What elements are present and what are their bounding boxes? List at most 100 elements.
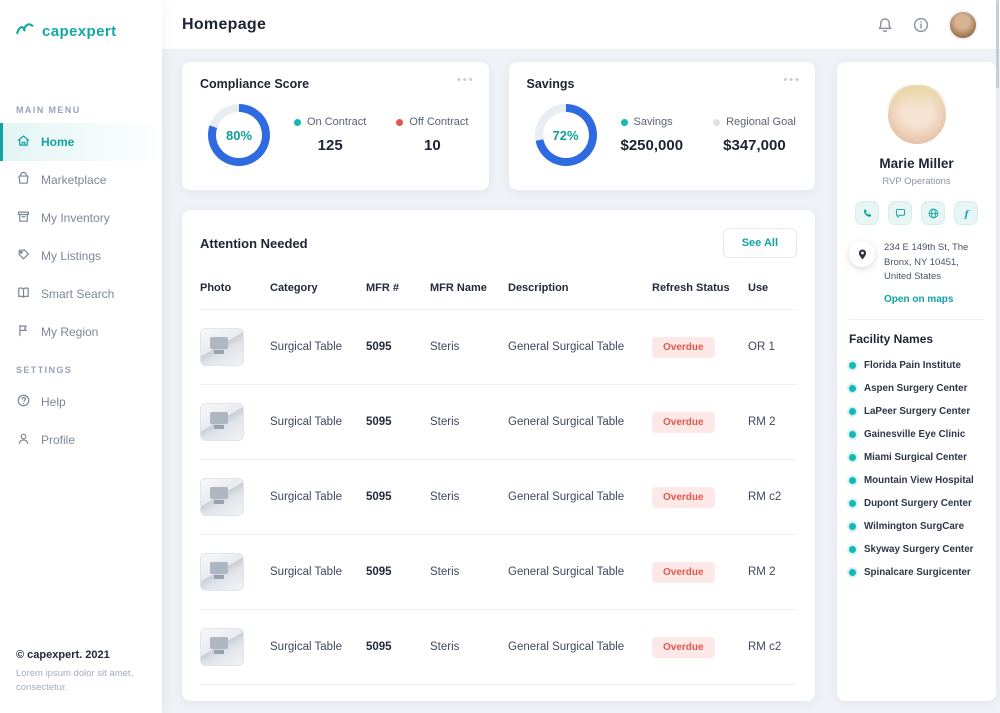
- footer-tagline: Lorem ipsum dolor sit amet, consectetur.: [16, 667, 134, 693]
- divider: [849, 319, 984, 321]
- sidebar-item-smart-search[interactable]: Smart Search: [0, 275, 162, 313]
- status-badge: Overdue: [652, 486, 715, 508]
- compliance-score-card: Compliance Score ••• 80% On Contract 125…: [182, 62, 489, 190]
- open-on-maps-link[interactable]: Open on maps: [884, 294, 984, 305]
- status-badge: Overdue: [652, 561, 715, 583]
- home-icon: [16, 133, 31, 151]
- card-title: Savings: [526, 77, 575, 91]
- facility-name: Dupont Surgery Center: [864, 498, 972, 510]
- user-avatar[interactable]: [948, 9, 978, 40]
- facility-names-title: Facility Names: [849, 332, 934, 347]
- facility-list-item[interactable]: Dupont Surgery Center: [849, 492, 984, 515]
- donut-percent-label: 72%: [542, 112, 589, 158]
- category-cell: Surgical Table: [270, 566, 343, 578]
- photo-cell: [200, 403, 270, 441]
- fax-button[interactable]: f: [954, 201, 978, 225]
- facility-name: Skyway Surgery Center: [864, 544, 974, 556]
- facility-bullet-icon: [849, 546, 856, 554]
- app-window: capexpert MAIN MENU Home Marketplace My …: [0, 0, 1000, 713]
- facility-bullet-icon: [849, 569, 856, 577]
- facility-list-item[interactable]: LaPeer Surgery Center: [849, 400, 984, 423]
- see-all-button[interactable]: See All: [722, 228, 797, 258]
- status-cell: Overdue: [652, 336, 748, 358]
- info-button[interactable]: [912, 16, 930, 34]
- facility-list-item[interactable]: Gainesville Eye Clinic: [849, 423, 984, 446]
- table-row[interactable]: Surgical Table 5095 Steris General Surgical…: [200, 385, 797, 460]
- table-row[interactable]: Surgical Table 5095 Steris General Surgical…: [200, 535, 797, 610]
- facility-list-item[interactable]: Mountain View Hospital: [849, 469, 984, 492]
- sidebar-item-my-inventory[interactable]: My Inventory: [0, 199, 162, 237]
- status-badge: Overdue: [652, 411, 715, 433]
- facility-list-item[interactable]: Florida Pain Institute: [849, 354, 984, 377]
- facility-list-item[interactable]: Miami Surgical Center: [849, 446, 984, 469]
- sidebar-item-home[interactable]: Home: [0, 123, 162, 161]
- sidebar-item-help[interactable]: Help: [0, 383, 162, 421]
- card-menu-button[interactable]: •••: [457, 74, 475, 86]
- facility-name: Spinalcare Surgicenter: [864, 567, 971, 579]
- status-badge: Overdue: [652, 636, 715, 658]
- settings-label: SETTINGS: [16, 365, 73, 375]
- facility-bullet-icon: [849, 523, 856, 531]
- equipment-photo: [200, 403, 244, 441]
- legend-label: Regional Goal: [726, 116, 796, 128]
- facility-name: Wilmington SurgCare: [864, 521, 965, 533]
- sidebar-item-my-listings[interactable]: My Listings: [0, 237, 162, 275]
- donut-percent-label: 80%: [216, 112, 262, 158]
- facility-list-item[interactable]: Wilmington SurgCare: [849, 515, 984, 538]
- mfr-name-cell: Steris: [430, 341, 460, 353]
- equipment-photo: [200, 328, 244, 366]
- sidebar-item-my-region[interactable]: My Region: [0, 313, 162, 351]
- profile-panel: Marie Miller RVP Operations f 234 E 149t…: [837, 62, 996, 701]
- facility-bullet-icon: [849, 454, 856, 462]
- legend-label: Savings: [633, 116, 673, 128]
- category-cell: Surgical Table: [270, 491, 343, 503]
- chat-button[interactable]: [888, 201, 912, 225]
- photo-cell: [200, 553, 270, 591]
- legend-value: 125: [317, 137, 343, 154]
- attention-needed-card: Attention Needed See All Photo Category …: [182, 210, 815, 701]
- location-pin-icon: [849, 241, 875, 267]
- profile-avatar[interactable]: [886, 85, 947, 144]
- svg-text:f: f: [963, 209, 970, 219]
- brand-logo-icon: [14, 18, 36, 45]
- table-row[interactable]: Surgical Table 5095 Steris General Surgical…: [200, 610, 797, 685]
- attention-title: Attention Needed: [200, 235, 308, 251]
- status-cell: Overdue: [652, 561, 748, 583]
- facility-list-item[interactable]: Spinalcare Surgicenter: [849, 561, 984, 584]
- sidebar-item-marketplace[interactable]: Marketplace: [0, 161, 162, 199]
- facility-list: Florida Pain Institute Aspen Surgery Cent…: [849, 354, 984, 584]
- facility-name: Gainesville Eye Clinic: [864, 429, 966, 441]
- sidebar-footer: © capexpert. 2021 Lorem ipsum dolor sit …: [0, 633, 162, 713]
- table-row[interactable]: Surgical Table 5095 Steris General Surgical…: [200, 310, 797, 385]
- mfr-number-cell: 5095: [366, 341, 392, 353]
- facility-bullet-icon: [849, 431, 856, 439]
- sidebar-item-label: My Region: [41, 325, 99, 339]
- use-cell: OR 1: [748, 341, 775, 353]
- legend-savings: Savings $250,000: [620, 116, 684, 154]
- description-cell: General Surgical Table: [508, 416, 625, 428]
- column-header-category: Category: [270, 282, 318, 294]
- sidebar-item-label: Smart Search: [41, 287, 115, 301]
- window-scrollbar[interactable]: [996, 0, 999, 88]
- facility-name: LaPeer Surgery Center: [864, 406, 971, 418]
- sidebar-item-profile[interactable]: Profile: [0, 421, 162, 459]
- card-title: Compliance Score: [200, 77, 310, 91]
- facility-list-item[interactable]: Aspen Surgery Center: [849, 377, 984, 400]
- column-header-use: Use: [748, 282, 769, 294]
- legend-value: $250,000: [620, 137, 684, 154]
- phone-button[interactable]: [855, 201, 879, 225]
- facility-bullet-icon: [849, 500, 856, 508]
- help-circle-icon: [16, 393, 31, 411]
- equipment-photo: [200, 628, 244, 666]
- notifications-bell-button[interactable]: [876, 16, 894, 34]
- category-cell: Surgical Table: [270, 341, 343, 353]
- website-globe-button[interactable]: [921, 201, 945, 225]
- table-row[interactable]: Surgical Table 5095 Steris General Surgical…: [200, 460, 797, 535]
- card-menu-button[interactable]: •••: [783, 74, 801, 86]
- profile-address: 234 E 149th St, The Bronx, NY 10451, Uni…: [884, 242, 969, 283]
- facility-list-item[interactable]: Skyway Surgery Center: [849, 538, 984, 561]
- compliance-donut-chart: 80%: [208, 104, 270, 166]
- shopping-bag-icon: [16, 171, 31, 189]
- sidebar-item-label: Help: [41, 395, 66, 409]
- brand-logo[interactable]: capexpert: [0, 0, 162, 53]
